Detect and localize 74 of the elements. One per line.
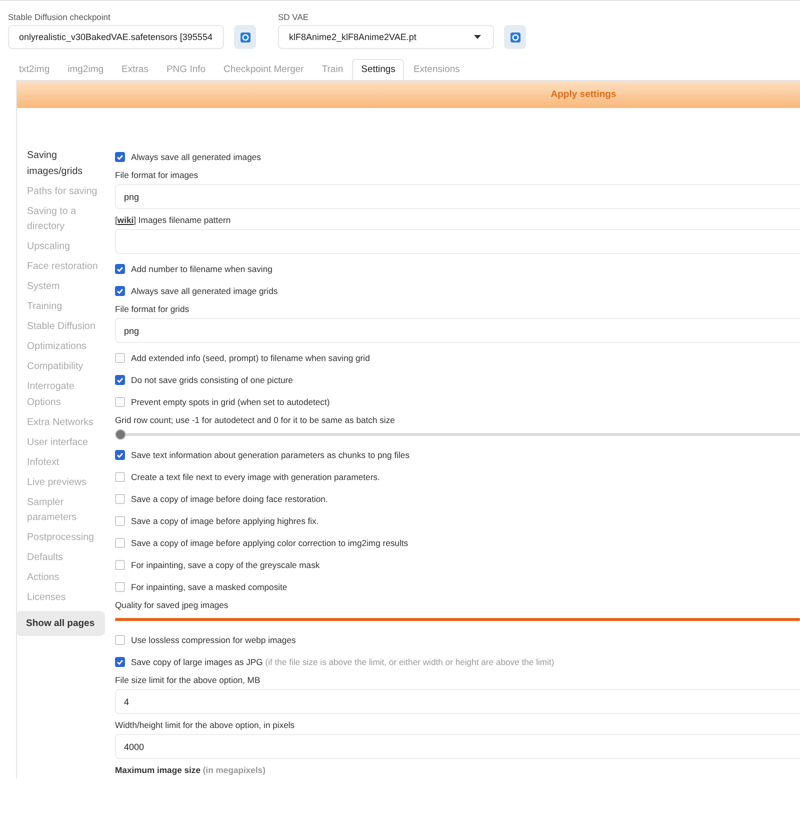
checkbox-label: Use lossless compression for webp images [131, 635, 296, 645]
field-label: Maximum image size (in megapixels) [115, 765, 266, 775]
dropdown-label: SD VAE [278, 12, 310, 22]
sidebar-item[interactable]: Defaults [27, 548, 107, 568]
tab[interactable]: Settings [352, 59, 404, 80]
checkbox[interactable] [115, 657, 125, 667]
tab[interactable]: Extras [112, 59, 158, 80]
tab[interactable]: Checkpoint Merger [214, 59, 313, 80]
model-dropdown[interactable]: klF8Anime2_klF8Anime2VAE.pt [278, 25, 494, 49]
checkbox-label: Add extended info (seed, prompt) to filename when saving grid [131, 353, 370, 363]
sidebar-item[interactable]: Training [27, 297, 107, 317]
field-label: [wiki] Images filename pattern [115, 215, 232, 225]
sidebar-item[interactable]: Sampler parameters [27, 492, 107, 528]
sidebar-item[interactable]: Live previews [27, 472, 107, 492]
field-label: File format for grids [115, 304, 190, 314]
dropdown-label: Stable Diffusion checkpoint [8, 12, 112, 22]
sidebar-item[interactable]: Upscaling [27, 237, 107, 257]
checkbox-label: Save a copy of image before applying color correction to img2img results [131, 538, 408, 548]
checkbox[interactable] [115, 375, 125, 385]
sidebar-item[interactable]: Stable Diffusion [27, 317, 107, 337]
show-all-pages-button[interactable]: Show all pages [16, 611, 105, 636]
sidebar-item[interactable]: Saving to a directory [27, 202, 107, 237]
sidebar-item[interactable]: Paths for saving [27, 182, 107, 202]
checkbox-label: For inpainting, save a copy of the greyscale mask [131, 560, 320, 570]
sidebar-item[interactable]: Extra Networks [27, 412, 107, 432]
checkbox-label: For inpainting, save a masked composite [131, 582, 288, 592]
checkbox-label: Add number to filename when saving [131, 264, 272, 274]
sidebar-item[interactable]: Actions [27, 568, 107, 588]
refresh-icon [510, 32, 520, 42]
slider-label: Quality for saved jpeg images [115, 600, 230, 610]
slider-label: Grid row count; use -1 for autodetect and 0 for it to be same as batch size [115, 415, 396, 425]
tab[interactable]: img2img [58, 59, 113, 80]
sidebar-item[interactable]: System [27, 277, 107, 297]
apply-settings-button[interactable]: Apply settings [17, 81, 800, 108]
field-label: File size limit for the above option, MB [115, 675, 262, 685]
refresh-icon [240, 32, 250, 42]
caret-icon [474, 35, 481, 39]
sidebar-item[interactable]: Interrogate Options [27, 377, 107, 412]
tab[interactable]: PNG Info [157, 59, 215, 80]
sidebar-item[interactable]: Compatibility [27, 357, 107, 377]
sidebar-item[interactable]: Infotext [27, 452, 107, 472]
field-label: File format for images [115, 170, 200, 180]
checkbox[interactable] [115, 450, 125, 460]
checkbox-label: Save a copy of image before doing face restoration. [131, 494, 328, 504]
sidebar-item[interactable]: Saving images/grids [27, 146, 107, 182]
wiki-link[interactable]: wiki [117, 215, 134, 225]
model-dropdown[interactable]: onlyrealistic_v30BakedVAE.safetensors [395554 [8, 25, 224, 49]
checkbox-label: Always save all generated images [131, 152, 261, 162]
checkbox-label: Create a text file next to every image with generation parameters. [131, 472, 380, 482]
input-field[interactable]: png [115, 184, 800, 209]
sidebar-item[interactable]: Licenses [27, 588, 107, 608]
sidebar-item[interactable]: User interface [27, 432, 107, 452]
input-field[interactable]: png [115, 318, 800, 343]
checkbox[interactable] [115, 264, 125, 274]
checkbox-label: Always save all generated image grids [131, 286, 278, 296]
refresh-button[interactable] [234, 25, 256, 49]
checkbox-label: Save text information about generation parameters as chunks to png files [131, 450, 410, 460]
sidebar-item[interactable]: Postprocessing [27, 528, 107, 548]
checkbox-label: Save copy of large images as JPG (if the file size is above the limit, or either width or height are above the limit) [131, 657, 554, 667]
refresh-button[interactable] [504, 25, 526, 49]
input-field[interactable]: 4 [115, 689, 800, 714]
checkbox[interactable] [115, 286, 125, 296]
sidebar-item[interactable]: Optimizations [27, 337, 107, 357]
field-label: Width/height limit for the above option, in pixels [115, 720, 296, 730]
checkbox[interactable] [115, 152, 125, 162]
checkbox-label: Prevent empty spots in grid (when set to autodetect) [131, 397, 330, 407]
sidebar-item[interactable]: Face restoration [27, 257, 107, 277]
tab[interactable]: txt2img [10, 59, 59, 80]
checkbox-label: Do not save grids consisting of one picture [131, 375, 293, 385]
slider-thumb[interactable] [115, 429, 126, 440]
tab[interactable]: Train [312, 59, 352, 80]
checkbox-label: Save a copy of image before applying highres fix. [131, 516, 319, 526]
tab[interactable]: Extensions [404, 59, 469, 80]
input-field[interactable]: 4000 [115, 734, 800, 759]
